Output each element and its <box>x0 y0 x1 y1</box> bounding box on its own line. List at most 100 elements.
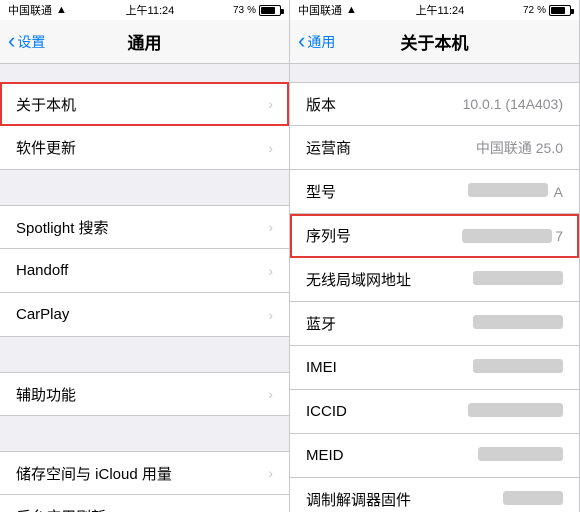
right-model-blur <box>468 183 548 197</box>
right-bluetooth-value <box>394 315 563 332</box>
left-item-accessibility-chevron: › <box>268 386 273 402</box>
right-imei-value <box>394 359 563 376</box>
right-item-carrier: 运营商 中国联通 25.0 <box>290 126 579 170</box>
left-section-3: 辅助功能 › <box>0 372 289 416</box>
right-meid-value <box>394 447 563 464</box>
left-item-accessibility-label: 辅助功能 <box>16 384 76 405</box>
left-time: 上午11:24 <box>126 2 175 18</box>
right-status-bar: 中国联通 ▲ 上午11:24 72% <box>290 0 579 20</box>
right-item-serial: 序列号 7 <box>290 214 579 258</box>
right-item-meid: MEID <box>290 434 579 478</box>
right-section-main: 版本 10.0.1 (14A403) 运营商 中国联通 25.0 型号 A 序列… <box>290 82 579 512</box>
left-item-storage[interactable]: 储存空间与 iCloud 用量 › <box>0 451 289 495</box>
right-item-model: 型号 A <box>290 170 579 214</box>
right-battery-pct: 72 <box>523 5 534 16</box>
left-item-accessibility[interactable]: 辅助功能 › <box>0 372 289 416</box>
right-nav-back[interactable]: ‹ 通用 <box>298 32 335 52</box>
right-modem-label: 调制解调器固件 <box>306 489 411 510</box>
right-imei-label: IMEI <box>306 359 386 376</box>
left-item-handoff[interactable]: Handoff › <box>0 249 289 293</box>
right-model-value: A <box>394 183 563 200</box>
right-meid-blur <box>478 447 563 461</box>
left-status-bar: 中国联通 ▲ 上午11:24 73% <box>0 0 289 20</box>
right-gap-top <box>290 64 579 82</box>
right-imei-blur <box>473 359 563 373</box>
right-phone-panel: 中国联通 ▲ 上午11:24 72% ‹ 通用 关于本机 版本 10.0.1 (… <box>290 0 580 512</box>
right-battery-icon <box>549 5 571 16</box>
right-carrier-label: 运营商 <box>306 137 386 158</box>
left-item-carplay-value: › <box>268 307 273 323</box>
left-item-software-chevron: › <box>268 140 273 156</box>
left-section-4: 储存空间与 iCloud 用量 › 后台应用刷新 › <box>0 451 289 512</box>
left-item-handoff-value: › <box>268 263 273 279</box>
left-item-spotlight[interactable]: Spotlight 搜索 › <box>0 205 289 249</box>
left-item-about-value: › <box>268 96 273 112</box>
left-item-software-update[interactable]: 软件更新 › <box>0 126 289 170</box>
left-item-accessibility-value: › <box>268 386 273 402</box>
left-wifi-icon: ▲ <box>56 4 67 16</box>
left-nav-title: 通用 <box>128 29 162 54</box>
right-item-version: 版本 10.0.1 (14A403) <box>290 82 579 126</box>
right-serial-suffix: 7 <box>555 228 563 244</box>
right-item-wifi-addr: 无线局域网地址 <box>290 258 579 302</box>
right-model-label: 型号 <box>306 181 386 202</box>
left-battery-icon <box>259 5 281 16</box>
left-item-handoff-chevron: › <box>268 263 273 279</box>
right-item-iccid: ICCID <box>290 390 579 434</box>
left-item-carplay[interactable]: CarPlay › <box>0 293 289 337</box>
right-nav-title: 关于本机 <box>401 29 469 54</box>
left-gap-1 <box>0 64 289 82</box>
left-item-spotlight-value: › <box>268 219 273 235</box>
left-back-label: 设置 <box>17 32 45 52</box>
left-item-carplay-label: CarPlay <box>16 306 69 323</box>
left-battery-pct: 73 <box>233 5 244 16</box>
right-version-value: 10.0.1 (14A403) <box>394 96 563 112</box>
left-item-about[interactable]: 关于本机 › <box>0 82 289 126</box>
right-wifi-addr-blur <box>473 271 563 285</box>
left-item-background-chevron: › <box>268 509 273 512</box>
left-nav-bar: ‹ 设置 通用 <box>0 20 289 64</box>
right-back-arrow-icon: ‹ <box>298 30 305 52</box>
right-carrier-value: 中国联通 25.0 <box>394 138 563 158</box>
left-status-left: 中国联通 ▲ <box>8 2 67 18</box>
right-list-content: 版本 10.0.1 (14A403) 运营商 中国联通 25.0 型号 A 序列… <box>290 64 579 512</box>
right-item-imei: IMEI <box>290 346 579 390</box>
right-time: 上午11:24 <box>416 2 465 18</box>
left-item-storage-label: 储存空间与 iCloud 用量 <box>16 463 172 484</box>
left-item-software-label: 软件更新 <box>16 137 76 158</box>
right-iccid-label: ICCID <box>306 403 386 420</box>
left-item-software-value: › <box>268 140 273 156</box>
right-bluetooth-label: 蓝牙 <box>306 313 386 334</box>
right-modem-value <box>419 491 563 508</box>
right-iccid-blur <box>468 403 563 417</box>
left-item-spotlight-label: Spotlight 搜索 <box>16 217 109 238</box>
right-meid-label: MEID <box>306 447 386 464</box>
left-item-spotlight-chevron: › <box>268 219 273 235</box>
left-nav-back[interactable]: ‹ 设置 <box>8 32 45 52</box>
right-serial-blur <box>462 229 552 243</box>
right-wifi-icon: ▲ <box>346 4 357 16</box>
right-item-modem: 调制解调器固件 <box>290 478 579 512</box>
left-item-background-value: › <box>268 509 273 512</box>
left-item-background[interactable]: 后台应用刷新 › <box>0 495 289 512</box>
left-gap-2 <box>0 170 289 205</box>
right-serial-label: 序列号 <box>306 225 386 246</box>
left-carrier: 中国联通 <box>8 2 52 18</box>
left-gap-3 <box>0 337 289 372</box>
left-status-right: 73% <box>233 5 281 16</box>
right-carrier: 中国联通 <box>298 2 342 18</box>
right-iccid-value <box>394 403 563 420</box>
right-version-label: 版本 <box>306 94 386 115</box>
left-item-carplay-chevron: › <box>268 307 273 323</box>
right-status-right: 72% <box>523 5 571 16</box>
left-item-storage-chevron: › <box>268 465 273 481</box>
left-item-about-label: 关于本机 <box>16 94 76 115</box>
left-item-storage-value: › <box>268 465 273 481</box>
right-wifi-addr-label: 无线局域网地址 <box>306 269 411 290</box>
left-back-arrow-icon: ‹ <box>8 30 15 52</box>
right-serial-value: 7 <box>394 228 563 244</box>
right-nav-bar: ‹ 通用 关于本机 <box>290 20 579 64</box>
left-section-2: Spotlight 搜索 › Handoff › CarPlay › <box>0 205 289 337</box>
right-item-bluetooth: 蓝牙 <box>290 302 579 346</box>
left-phone-panel: 中国联通 ▲ 上午11:24 73% ‹ 设置 通用 关于本机 › <box>0 0 290 512</box>
